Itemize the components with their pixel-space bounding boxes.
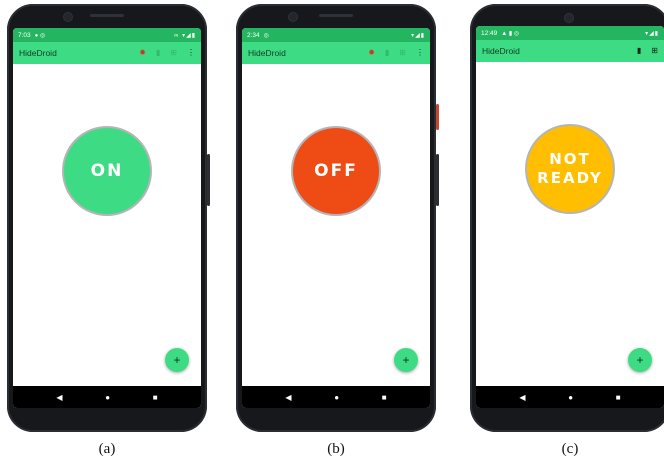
status-label: OFF <box>314 161 358 181</box>
speaker-grille <box>319 14 353 17</box>
home-circle-icon[interactable]: ● <box>568 393 573 402</box>
phone-a: 7:03 ● ◎ ∞ ▾◢▮ HideDroid ✹ ▮ ⊞ ⋮ ON + ◀ … <box>7 4 210 432</box>
trash-icon[interactable]: ▮ <box>637 47 641 55</box>
recents-square-icon[interactable]: ■ <box>382 393 387 402</box>
add-fab-button[interactable]: + <box>394 348 418 372</box>
more-vert-icon[interactable]: ⋮ <box>187 49 195 57</box>
status-bar: 7:03 ● ◎ ∞ ▾◢▮ <box>13 28 201 42</box>
status-time: 7:03 <box>18 31 31 39</box>
signal-battery-icons: ▾◢▮ <box>645 30 659 37</box>
status-time: 2:34 <box>247 31 260 39</box>
trash-icon[interactable]: ▮ <box>385 49 389 57</box>
app-title: HideDroid <box>248 48 286 58</box>
status-toggle-button[interactable]: NOT READY <box>525 124 615 214</box>
status-toggle-button[interactable]: OFF <box>291 126 381 216</box>
home-circle-icon[interactable]: ● <box>334 393 339 402</box>
phone-b: 2:34 ◎ ▾◢▮ HideDroid ✹ ▮ ⊞ ⋮ OFF + ◀ ● ■ <box>236 4 439 432</box>
phone-c: 12:49 ▲ ▮ ◎ ▾◢▮ HideDroid ▮ ⊞ NOT READY … <box>470 4 664 432</box>
speaker-grille <box>90 14 124 17</box>
app-bar: HideDroid ✹ ▮ ⊞ ⋮ <box>242 42 430 64</box>
screen: 7:03 ● ◎ ∞ ▾◢▮ HideDroid ✹ ▮ ⊞ ⋮ ON + ◀ … <box>13 28 201 408</box>
caption-c: (c) <box>561 441 579 457</box>
app-bar-actions: ▮ ⊞ <box>637 47 658 55</box>
status-bar: 2:34 ◎ ▾◢▮ <box>242 28 430 42</box>
app-bar: HideDroid ✹ ▮ ⊞ ⋮ <box>13 42 201 64</box>
status-time: 12:49 <box>481 29 498 37</box>
export-icon[interactable]: ⊞ <box>651 47 658 55</box>
app-bar: HideDroid ▮ ⊞ <box>476 40 664 62</box>
screen: 2:34 ◎ ▾◢▮ HideDroid ✹ ▮ ⊞ ⋮ OFF + ◀ ● ■ <box>242 28 430 408</box>
status-bar: 12:49 ▲ ▮ ◎ ▾◢▮ <box>476 26 664 40</box>
app-title: HideDroid <box>19 48 57 58</box>
plus-icon: + <box>636 353 644 367</box>
plus-icon: + <box>173 353 181 367</box>
back-triangle-icon[interactable]: ◀ <box>519 393 525 402</box>
status-label-line1: NOT <box>549 150 591 168</box>
app-bar-actions: ✹ ▮ ⊞ ⋮ <box>368 49 424 57</box>
signal-battery-icons: ∞ ▾◢▮ <box>174 32 196 39</box>
front-camera <box>63 12 73 22</box>
screen: 12:49 ▲ ▮ ◎ ▾◢▮ HideDroid ▮ ⊞ NOT READY … <box>476 26 664 408</box>
navigation-bar: ◀ ● ■ <box>13 386 201 408</box>
status-toggle-button[interactable]: ON <box>62 126 152 216</box>
volume-button <box>207 154 210 206</box>
export-icon[interactable]: ⊞ <box>399 49 406 57</box>
recents-square-icon[interactable]: ■ <box>616 393 621 402</box>
more-vert-icon[interactable]: ⋮ <box>416 49 424 57</box>
navigation-bar: ◀ ● ■ <box>476 386 664 408</box>
front-camera <box>288 12 298 22</box>
notification-icons: ▲ ▮ ◎ <box>501 30 520 37</box>
trash-icon[interactable]: ▮ <box>156 49 160 57</box>
notification-icons: ◎ <box>263 32 269 39</box>
back-triangle-icon[interactable]: ◀ <box>285 393 291 402</box>
caption-b: (b) <box>327 441 345 457</box>
recents-square-icon[interactable]: ■ <box>153 393 158 402</box>
home-circle-icon[interactable]: ● <box>105 393 110 402</box>
bug-icon[interactable]: ✹ <box>368 49 375 57</box>
navigation-bar: ◀ ● ■ <box>242 386 430 408</box>
add-fab-button[interactable]: + <box>628 348 652 372</box>
bug-icon[interactable]: ✹ <box>139 49 146 57</box>
app-bar-actions: ✹ ▮ ⊞ ⋮ <box>139 49 195 57</box>
add-fab-button[interactable]: + <box>165 348 189 372</box>
notification-icons: ● ◎ <box>34 32 46 39</box>
power-button <box>436 104 439 130</box>
volume-button <box>436 154 439 206</box>
export-icon[interactable]: ⊞ <box>170 49 177 57</box>
caption-a: (a) <box>98 441 116 457</box>
front-camera <box>564 13 574 23</box>
status-label-line2: READY <box>537 169 603 187</box>
status-label: ON <box>90 161 124 181</box>
back-triangle-icon[interactable]: ◀ <box>56 393 62 402</box>
app-title: HideDroid <box>482 46 520 56</box>
plus-icon: + <box>402 353 410 367</box>
signal-battery-icons: ▾◢▮ <box>411 32 425 39</box>
